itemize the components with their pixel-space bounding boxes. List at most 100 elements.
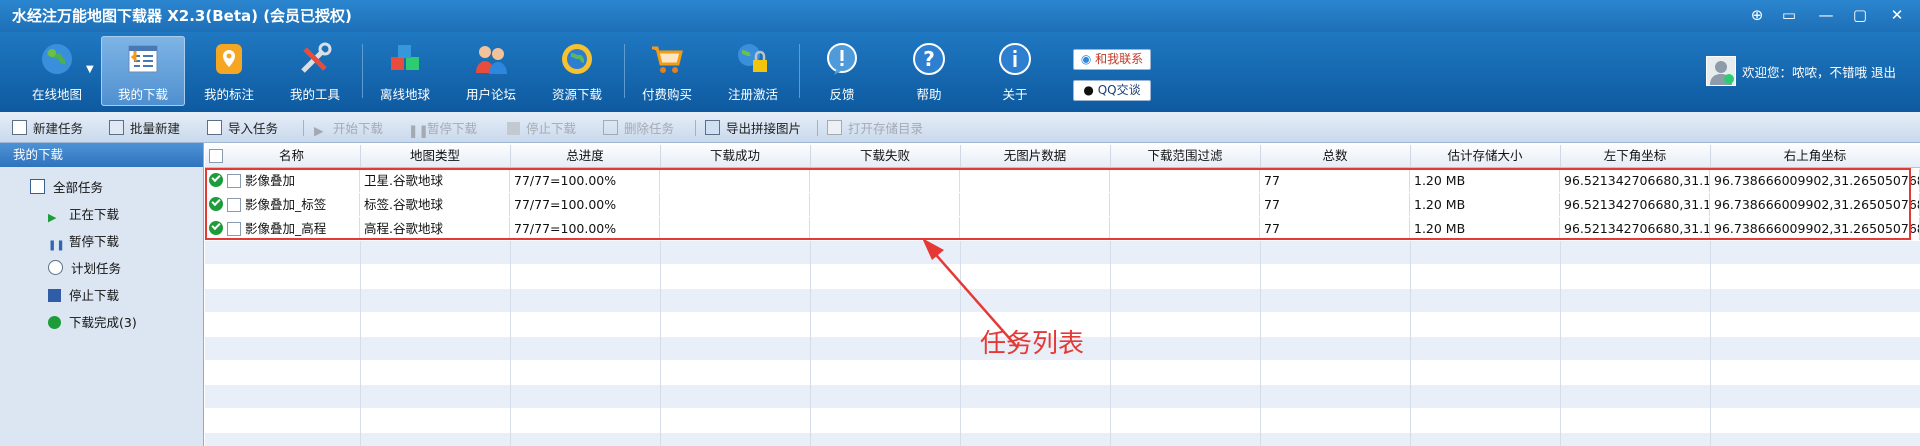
column-divider xyxy=(1560,265,1561,289)
skin-icon[interactable]: ▭ xyxy=(1776,4,1802,26)
play-icon: ▶ xyxy=(314,123,324,138)
minimize-button[interactable]: — xyxy=(1813,4,1839,26)
sidebar-item-scheduled[interactable]: 计划任务 xyxy=(48,258,121,277)
help-button[interactable]: ? 帮助 xyxy=(887,36,971,106)
column-divider xyxy=(1110,241,1111,265)
purchase-button[interactable]: 付费购买 xyxy=(625,36,709,106)
my-markers-button[interactable]: 我的标注 xyxy=(187,36,271,106)
column-divider xyxy=(1710,385,1711,409)
toolbar-separator xyxy=(817,120,818,136)
column-divider xyxy=(1260,313,1261,337)
sidebar-item-completed[interactable]: 下载完成(3) xyxy=(48,312,137,331)
help-label: 帮助 xyxy=(916,87,942,102)
column-header[interactable]: 下载成功 xyxy=(660,145,811,167)
batch-new-button[interactable]: 批量新建 xyxy=(109,118,180,136)
column-divider xyxy=(1110,289,1111,313)
column-header[interactable]: 名称 xyxy=(223,145,361,167)
empty-row xyxy=(205,385,1920,409)
toolbar-separator xyxy=(695,120,696,136)
avatar[interactable] xyxy=(1706,56,1736,86)
import-task-button[interactable]: 导入任务 xyxy=(207,118,278,136)
column-divider xyxy=(510,361,511,385)
sidebar: 我的下载 全部任务 ▶ 正在下载 ❚❚ 暂停下载 计划任务 停止下载 下载完成(3) xyxy=(0,143,204,446)
svg-text:?: ? xyxy=(923,47,935,71)
offline-earth-button[interactable]: 离线地球 xyxy=(363,36,447,106)
user-forum-button[interactable]: 用户论坛 xyxy=(449,36,533,106)
column-divider xyxy=(810,433,811,446)
column-divider xyxy=(1110,313,1111,337)
main-toolbar: 在线地图 ▼ 我的下载 我的标注 我的工具 离线地球 用户论坛 资源下载 付费购… xyxy=(0,32,1920,112)
column-divider xyxy=(660,241,661,265)
column-divider xyxy=(1410,409,1411,433)
column-divider xyxy=(360,385,361,409)
pause-download-button[interactable]: ❚❚暂停下载 xyxy=(408,118,477,138)
column-divider xyxy=(1710,337,1711,361)
new-task-icon xyxy=(12,120,27,135)
toolbar-separator xyxy=(303,120,304,136)
column-header[interactable]: 地图类型 xyxy=(360,145,511,167)
new-task-button[interactable]: 新建任务 xyxy=(12,118,83,136)
stop-download-button[interactable]: 停止下载 xyxy=(507,118,576,136)
column-header[interactable]: 下载失败 xyxy=(810,145,961,167)
globe-icon xyxy=(42,44,72,74)
chevron-down-icon[interactable]: ▼ xyxy=(86,64,94,75)
export-image-icon xyxy=(705,120,720,135)
maximize-button[interactable]: ▢ xyxy=(1847,4,1873,26)
column-divider xyxy=(810,289,811,313)
my-downloads-button[interactable]: 我的下载 xyxy=(101,36,185,106)
column-header[interactable]: 无图片数据 xyxy=(960,145,1111,167)
my-tools-button[interactable]: 我的工具 xyxy=(273,36,357,106)
column-divider xyxy=(1260,289,1261,313)
column-divider xyxy=(1410,433,1411,446)
sidebar-item-downloading[interactable]: ▶ 正在下载 xyxy=(48,204,119,224)
batch-new-icon xyxy=(109,120,124,135)
export-stitched-image-button[interactable]: 导出拼接图片 xyxy=(705,118,801,136)
column-divider xyxy=(1710,313,1711,337)
update-icon[interactable]: ⊕ xyxy=(1744,4,1770,26)
welcome-text[interactable]: 欢迎您：哝哝，不错哦 退出 xyxy=(1742,62,1896,81)
stop-icon xyxy=(507,122,520,135)
column-divider xyxy=(1710,241,1711,265)
open-storage-folder-button[interactable]: 打开存储目录 xyxy=(827,118,923,136)
user-forum-label: 用户论坛 xyxy=(465,87,516,102)
feedback-button[interactable]: 反馈 xyxy=(800,36,884,106)
column-divider xyxy=(510,385,511,409)
qq-label: QQ交谈 xyxy=(1097,83,1141,97)
my-markers-label: 我的标注 xyxy=(203,87,254,102)
column-divider xyxy=(660,409,661,433)
delete-task-button[interactable]: 删除任务 xyxy=(603,118,674,136)
about-button[interactable]: 关于 xyxy=(973,36,1057,106)
qq-chat-button[interactable]: ● QQ交谈 xyxy=(1073,80,1151,101)
column-divider xyxy=(1710,433,1711,446)
column-header[interactable]: 右上角坐标 xyxy=(1710,145,1920,167)
column-header[interactable]: 总数 xyxy=(1260,145,1411,167)
column-divider xyxy=(1710,289,1711,313)
select-all-checkbox[interactable] xyxy=(209,149,223,163)
column-divider xyxy=(810,337,811,361)
empty-row xyxy=(205,265,1920,289)
info-icon xyxy=(999,43,1031,75)
sidebar-item-stopped[interactable]: 停止下载 xyxy=(48,285,119,304)
resource-download-button[interactable]: 资源下载 xyxy=(535,36,619,106)
column-divider xyxy=(510,265,511,289)
sidebar-item-paused[interactable]: ❚❚ 暂停下载 xyxy=(48,231,119,253)
column-divider xyxy=(510,289,511,313)
empty-row xyxy=(205,241,1920,265)
column-divider xyxy=(1560,361,1561,385)
column-header[interactable]: 左下角坐标 xyxy=(1560,145,1711,167)
window-title: 水经注万能地图下载器 X2.3(Beta) (会员已授权) xyxy=(12,7,352,25)
column-divider xyxy=(1110,337,1111,361)
close-button[interactable]: ✕ xyxy=(1884,4,1910,26)
column-header[interactable]: 总进度 xyxy=(510,145,661,167)
register-activate-button[interactable]: 注册激活 xyxy=(711,36,795,106)
sidebar-item-all-tasks[interactable]: 全部任务 xyxy=(30,177,103,196)
column-divider xyxy=(1110,433,1111,446)
play-icon: ▶ xyxy=(48,211,57,224)
column-header[interactable]: 下载范围过滤 xyxy=(1110,145,1261,167)
column-divider xyxy=(1110,385,1111,409)
column-header[interactable]: 估计存储大小 xyxy=(1410,145,1561,167)
start-download-button[interactable]: ▶ 开始下载 xyxy=(314,118,383,138)
contact-me-button[interactable]: ◉ 和我联系 xyxy=(1073,49,1151,70)
column-divider xyxy=(510,337,511,361)
column-divider xyxy=(1410,337,1411,361)
